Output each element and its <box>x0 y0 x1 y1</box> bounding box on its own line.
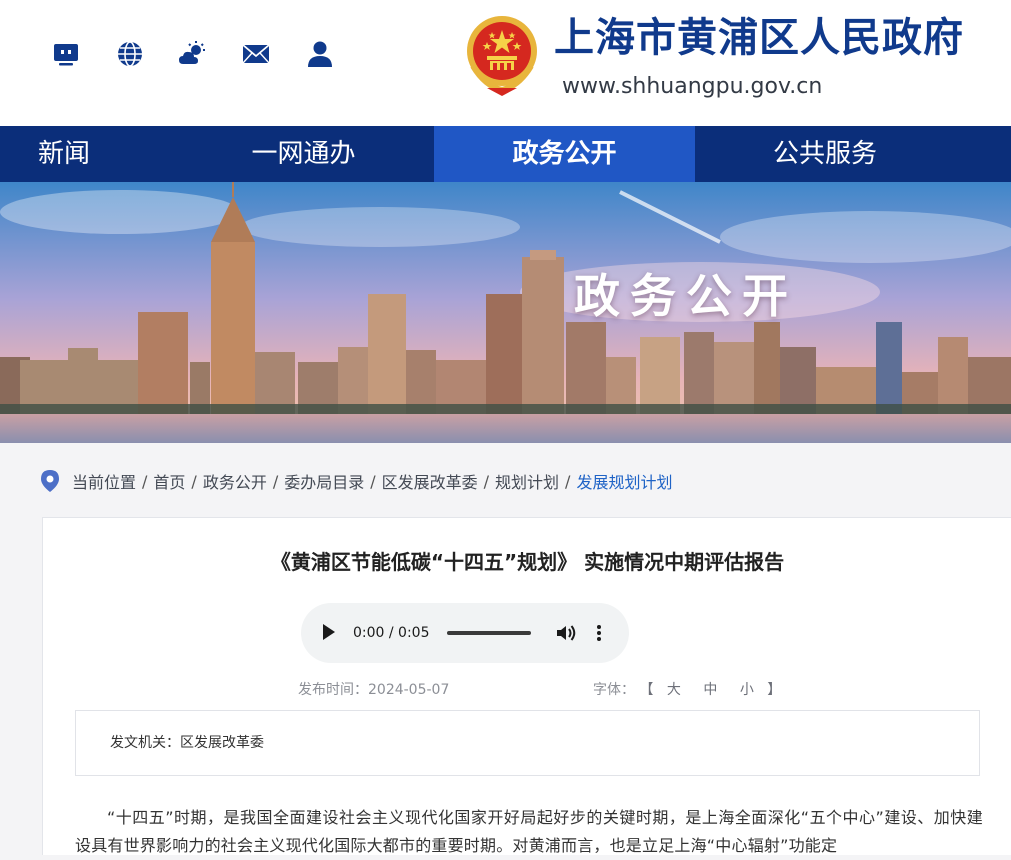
article-paragraph: “十四五”时期，是我国全面建设社会主义现代化国家开好局起好步的关键时期，是上海全… <box>75 808 983 855</box>
nav-item-public-services[interactable]: 公共服务 <box>695 126 1011 182</box>
issuer: 发文机关：区发展改革委 <box>110 733 264 753</box>
audio-progress-slider[interactable] <box>447 631 531 635</box>
font-size-small[interactable]: 小 <box>740 680 754 700</box>
more-options-icon[interactable] <box>591 623 607 643</box>
breadcrumb-separator: / <box>142 471 148 491</box>
issuer-value: 区发展改革委 <box>180 735 264 751</box>
breadcrumb-item-current[interactable]: 发展规划计划 <box>576 469 672 493</box>
issuer-box: 发文机关：区发展改革委 <box>75 710 980 776</box>
site-title: 上海市黄浦区人民政府 <box>554 15 964 61</box>
publish-date-label: 发布时间： <box>298 682 368 698</box>
breadcrumb-item-department-directory[interactable]: 委办局目录 <box>284 469 364 493</box>
user-icon[interactable] <box>306 40 334 68</box>
nav-item-news[interactable]: 新闻 <box>0 126 173 182</box>
publish-date: 发布时间：2024-05-07 <box>298 680 449 700</box>
issuer-label: 发文机关： <box>110 735 180 751</box>
mail-icon[interactable] <box>242 40 270 68</box>
breadcrumb-separator: / <box>191 471 197 491</box>
nav-item-government-affairs[interactable]: 政务公开 <box>434 126 695 182</box>
play-icon[interactable] <box>323 624 335 640</box>
font-size-control: 字体： 【 大 中 小 】 <box>593 680 781 700</box>
breadcrumb-separator: / <box>565 471 571 491</box>
weather-icon[interactable] <box>178 40 206 68</box>
publish-date-value: 2024-05-07 <box>368 682 450 698</box>
breadcrumb-separator: / <box>483 471 490 491</box>
breadcrumb-separator: / <box>370 471 376 491</box>
banner: 政务公开 <box>0 182 1011 443</box>
breadcrumb-separator: / <box>272 471 279 491</box>
skyline-illustration <box>0 182 1011 443</box>
globe-icon[interactable] <box>116 40 144 68</box>
breadcrumb-item-development-reform[interactable]: 区发展改革委 <box>382 469 478 493</box>
breadcrumb-item-planning[interactable]: 规划计划 <box>495 469 559 493</box>
location-pin-icon <box>41 470 59 492</box>
nav-item-one-network[interactable]: 一网通办 <box>173 126 434 182</box>
font-size-label: 字体： <box>593 682 635 698</box>
font-size-medium[interactable]: 中 <box>703 680 717 700</box>
font-bracket-close: 】 <box>767 682 782 698</box>
banner-title: 政务公开 <box>574 269 798 323</box>
site-header: 上海市黄浦区人民政府 www.shhuangpu.gov.cn <box>0 0 1011 126</box>
article-body: “十四五”时期，是我国全面建设社会主义现代化国家开好局起好步的关键时期，是上海全… <box>75 804 983 860</box>
breadcrumb-prefix: 当前位置 <box>72 473 137 492</box>
breadcrumb: 当前位置 / 首页 / 政务公开 / 委办局目录 / 区发展改革委 / 规划计划… <box>40 466 672 496</box>
breadcrumb-item-government-affairs[interactable]: 政务公开 <box>203 469 267 493</box>
audio-player: 0:00 / 0:05 <box>301 603 629 663</box>
breadcrumb-item-home[interactable]: 首页 <box>153 469 185 493</box>
article-card: 《黄浦区节能低碳“十四五”规划》 实施情况中期评估报告 0:00 / 0:05 … <box>42 517 1011 855</box>
font-bracket-open: 【 <box>639 682 654 698</box>
site-url[interactable]: www.shhuangpu.gov.cn <box>562 74 822 100</box>
audio-time: 0:00 / 0:05 <box>353 625 430 641</box>
font-size-large[interactable]: 大 <box>667 680 681 700</box>
volume-icon[interactable] <box>555 623 577 643</box>
main-nav: 新闻 一网通办 政务公开 公共服务 <box>0 126 1011 182</box>
national-emblem <box>467 16 537 96</box>
article-title: 《黄浦区节能低碳“十四五”规划》 实施情况中期评估报告 <box>270 550 785 574</box>
tv-icon[interactable] <box>52 40 80 68</box>
